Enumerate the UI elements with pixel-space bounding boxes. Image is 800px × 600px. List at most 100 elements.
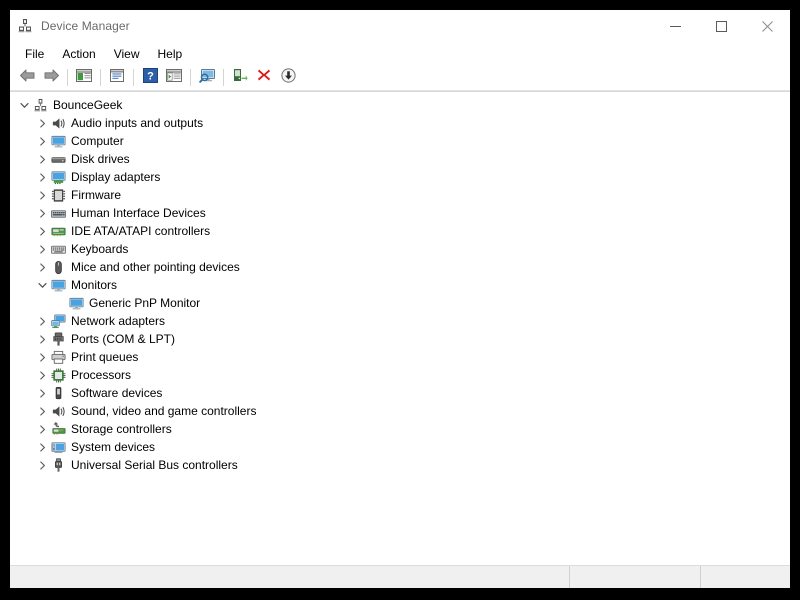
mouse-icon (50, 259, 66, 275)
back-button[interactable] (15, 67, 39, 89)
close-button[interactable] (744, 10, 790, 42)
chevron-right-icon[interactable] (34, 204, 50, 222)
tree-node-label: Print queues (71, 348, 138, 366)
tree-node[interactable]: Audio inputs and outputs (10, 114, 790, 132)
monitor-icon (50, 133, 66, 149)
svg-text:?: ? (147, 70, 154, 82)
tree-node-label: Display adapters (71, 168, 160, 186)
tree-node[interactable]: Network adapters (10, 312, 790, 330)
status-bar (10, 565, 790, 588)
minimize-button[interactable] (652, 10, 698, 42)
action-pane-icon (166, 68, 182, 88)
tree-node[interactable]: BounceGeek (10, 96, 790, 114)
title-bar: Device Manager (10, 10, 790, 42)
device-manager-icon (17, 18, 33, 34)
tree-node[interactable]: Universal Serial Bus controllers (10, 456, 790, 474)
help-question-icon: ? (143, 68, 158, 88)
chevron-right-icon[interactable] (34, 456, 50, 474)
tree-node[interactable]: IDE ATA/ATAPI controllers (10, 222, 790, 240)
chevron-right-icon[interactable] (34, 132, 50, 150)
chevron-right-icon[interactable] (34, 438, 50, 456)
system-device-icon (50, 439, 66, 455)
tree-node-label: Human Interface Devices (71, 204, 206, 222)
network-adapter-icon (50, 313, 66, 329)
tree-node[interactable]: Display adapters (10, 168, 790, 186)
help-button[interactable]: ? (138, 67, 162, 89)
tree-node-label: Processors (71, 366, 131, 384)
chevron-right-icon[interactable] (34, 312, 50, 330)
maximize-button[interactable] (698, 10, 744, 42)
console-tree-icon (76, 68, 92, 88)
back-arrow-icon (19, 68, 36, 88)
tree-node[interactable]: Print queues (10, 348, 790, 366)
tree-node-label: Audio inputs and outputs (71, 114, 203, 132)
device-manager-window: Device Manager File Action View Help (10, 10, 790, 588)
chevron-right-icon[interactable] (34, 330, 50, 348)
printer-icon (50, 349, 66, 365)
chevron-right-icon[interactable] (34, 186, 50, 204)
tree-node-label: Generic PnP Monitor (89, 294, 200, 312)
tree-node[interactable]: Generic PnP Monitor (10, 294, 790, 312)
display-adapter-icon (50, 169, 66, 185)
chevron-right-icon[interactable] (34, 420, 50, 438)
software-device-icon (50, 385, 66, 401)
chevron-right-icon[interactable] (34, 240, 50, 258)
chevron-right-icon[interactable] (34, 150, 50, 168)
disable-device-button[interactable] (276, 67, 300, 89)
tree-node-label: Sound, video and game controllers (71, 402, 256, 420)
firmware-chip-icon (50, 187, 66, 203)
properties-button[interactable] (105, 67, 129, 89)
toolbar-separator-3 (133, 69, 134, 86)
chevron-right-icon[interactable] (34, 366, 50, 384)
forward-button[interactable] (39, 67, 63, 89)
chevron-right-icon[interactable] (34, 402, 50, 420)
keyboard-icon (50, 241, 66, 257)
chevron-down-icon[interactable] (16, 96, 32, 114)
tree-node[interactable]: Ports (COM & LPT) (10, 330, 790, 348)
port-icon (50, 331, 66, 347)
speaker-icon (50, 115, 66, 131)
chevron-right-icon[interactable] (34, 258, 50, 276)
menu-view[interactable]: View (105, 45, 149, 63)
uninstall-device-button[interactable] (252, 67, 276, 89)
device-tree[interactable]: BounceGeek Audio inputs and outputs (10, 91, 790, 565)
toolbar-separator-5 (223, 69, 224, 86)
tree-node[interactable]: System devices (10, 438, 790, 456)
processor-icon (50, 367, 66, 383)
storage-controller-icon (50, 421, 66, 437)
chevron-right-icon[interactable] (34, 114, 50, 132)
tree-node-label: Monitors (71, 276, 117, 294)
tree-node[interactable]: Mice and other pointing devices (10, 258, 790, 276)
menu-help[interactable]: Help (149, 45, 192, 63)
tree-node[interactable]: Software devices (10, 384, 790, 402)
chevron-right-icon[interactable] (34, 384, 50, 402)
tree-node-label: IDE ATA/ATAPI controllers (71, 222, 210, 240)
update-driver-button[interactable] (228, 67, 252, 89)
show-hide-action-pane-button[interactable] (162, 67, 186, 89)
menu-file[interactable]: File (16, 45, 53, 63)
tree-node[interactable]: Human Interface Devices (10, 204, 790, 222)
tree-node[interactable]: Keyboards (10, 240, 790, 258)
forward-arrow-icon (43, 68, 60, 88)
chevron-right-icon[interactable] (34, 168, 50, 186)
status-pane-tertiary (701, 566, 790, 588)
show-hide-console-tree-button[interactable] (72, 67, 96, 89)
usb-icon (50, 457, 66, 473)
chevron-right-icon[interactable] (34, 222, 50, 240)
chevron-down-icon[interactable] (34, 276, 50, 294)
tree-node[interactable]: Firmware (10, 186, 790, 204)
update-driver-icon (232, 68, 248, 88)
scan-for-hardware-changes-button[interactable] (195, 67, 219, 89)
tree-node[interactable]: Storage controllers (10, 420, 790, 438)
tree-node-label: Universal Serial Bus controllers (71, 456, 238, 474)
tree-node[interactable]: Monitors (10, 276, 790, 294)
tree-node[interactable]: Disk drives (10, 150, 790, 168)
tree-node[interactable]: Computer (10, 132, 790, 150)
chevron-right-icon[interactable] (34, 348, 50, 366)
tree-node-label: Ports (COM & LPT) (71, 330, 175, 348)
menu-action[interactable]: Action (53, 45, 104, 63)
hid-icon (50, 205, 66, 221)
tree-node[interactable]: Sound, video and game controllers (10, 402, 790, 420)
monitor-icon (50, 277, 66, 293)
tree-node[interactable]: Processors (10, 366, 790, 384)
